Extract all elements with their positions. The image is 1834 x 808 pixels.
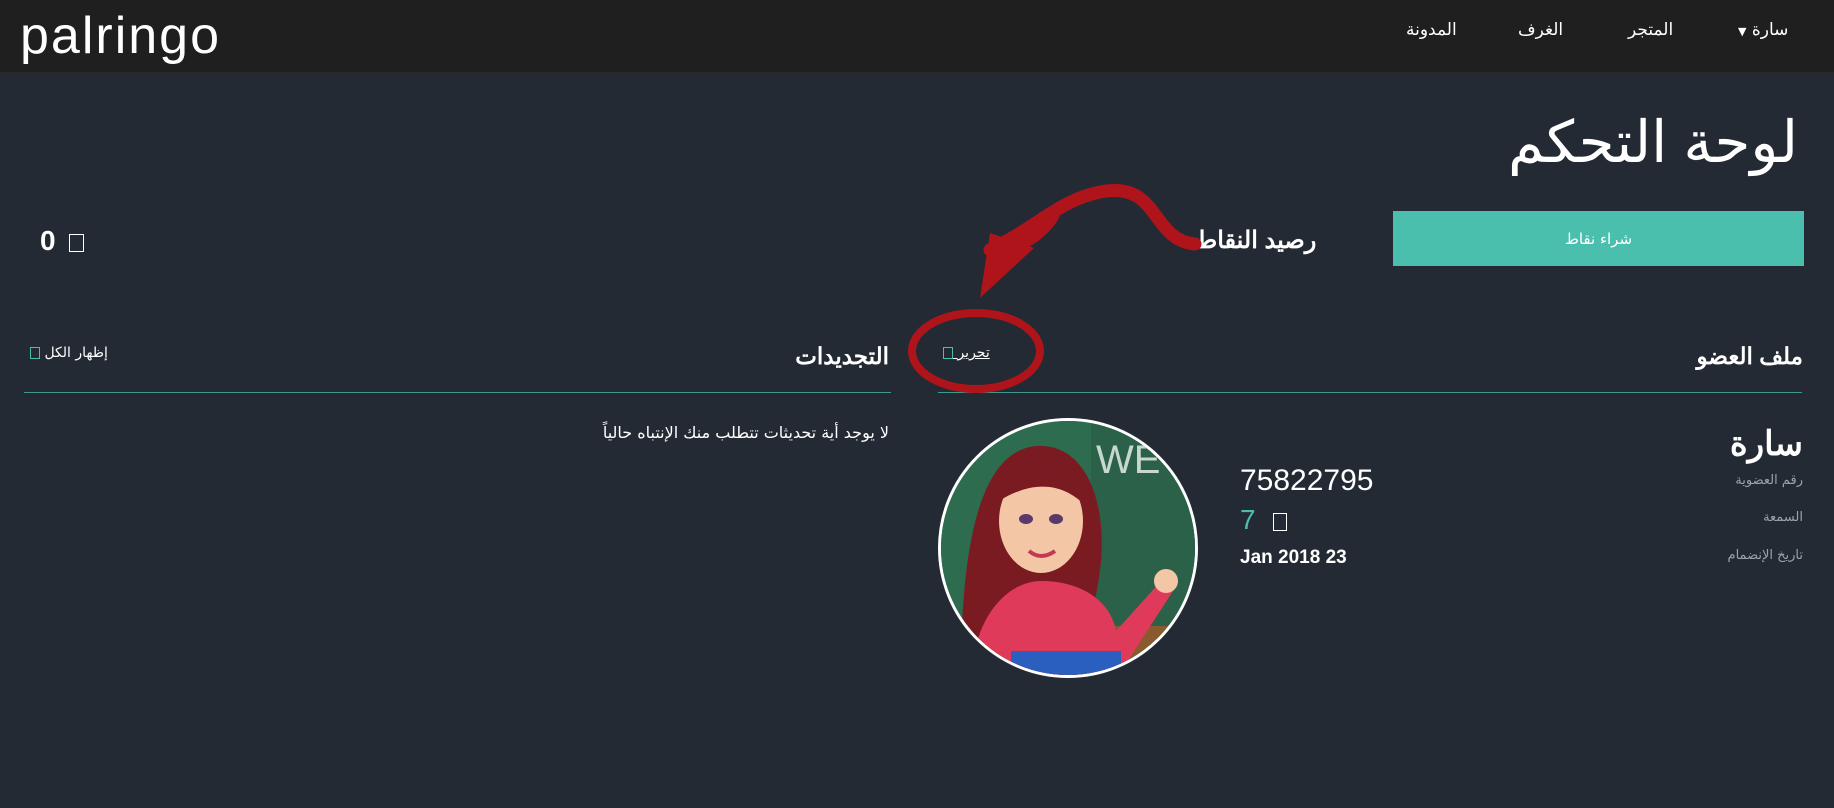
points-balance-annotation-label: رصيد النقاط [1195, 227, 1317, 254]
updates-empty-message: لا يوجد أية تحديثات تتطلب منك الإنتباه ح… [602, 423, 889, 442]
reputation-icon [1273, 512, 1288, 531]
profile-heading: ملف العضو [1696, 343, 1803, 369]
member-id-value: 75822795 [1240, 464, 1374, 497]
points-value: 0 [40, 225, 56, 256]
svg-text:WE: WE [1096, 438, 1160, 482]
show-all-updates-link[interactable]: إظهار الكل [24, 345, 108, 361]
join-date-value: Jan 2018 23 [1240, 547, 1347, 568]
show-all-icon [30, 347, 40, 359]
top-navbar: palringo المدونة الغرف المتجر سارة ▼ [0, 0, 1834, 73]
palringo-logo[interactable]: palringo [20, 8, 221, 64]
join-date-label: تاريخ الإنضمام [1727, 548, 1803, 563]
nav-store-link[interactable]: المتجر [1628, 20, 1673, 40]
annotation-arrowhead [980, 233, 1034, 298]
annotation-arrow-fill [992, 216, 1060, 252]
profile-divider [938, 392, 1802, 393]
profile-avatar: WE [938, 418, 1198, 678]
edit-profile-link[interactable]: تحرير [937, 345, 990, 361]
updates-divider [24, 392, 891, 393]
updates-heading: التجديدات [795, 343, 889, 369]
points-icon [69, 233, 85, 252]
reputation-label: السمعة [1763, 510, 1803, 525]
profile-name: سارة [1729, 425, 1803, 463]
nav-blog-link[interactable]: المدونة [1406, 20, 1457, 40]
reputation-number: 7 [1240, 504, 1256, 535]
reputation-value: 7 [1240, 504, 1288, 536]
edit-label: تحرير [957, 345, 990, 361]
caret-down-icon: ▼ [1738, 25, 1747, 38]
show-all-label: إظهار الكل [44, 345, 108, 361]
member-id-label: رقم العضوية [1735, 473, 1803, 488]
points-balance: 0 [40, 225, 85, 257]
nav-rooms-link[interactable]: الغرف [1518, 20, 1563, 40]
nav-user-label: سارة [1751, 20, 1789, 40]
buy-points-button[interactable]: شراء نقاط [1393, 211, 1804, 266]
nav-user-menu[interactable]: سارة ▼ [1734, 20, 1788, 40]
page-title: لوحة التحكم [1507, 110, 1798, 175]
annotation-arrow-curve [983, 183, 1202, 257]
edit-icon [943, 347, 953, 359]
avatar-illustration: WE [941, 421, 1195, 675]
